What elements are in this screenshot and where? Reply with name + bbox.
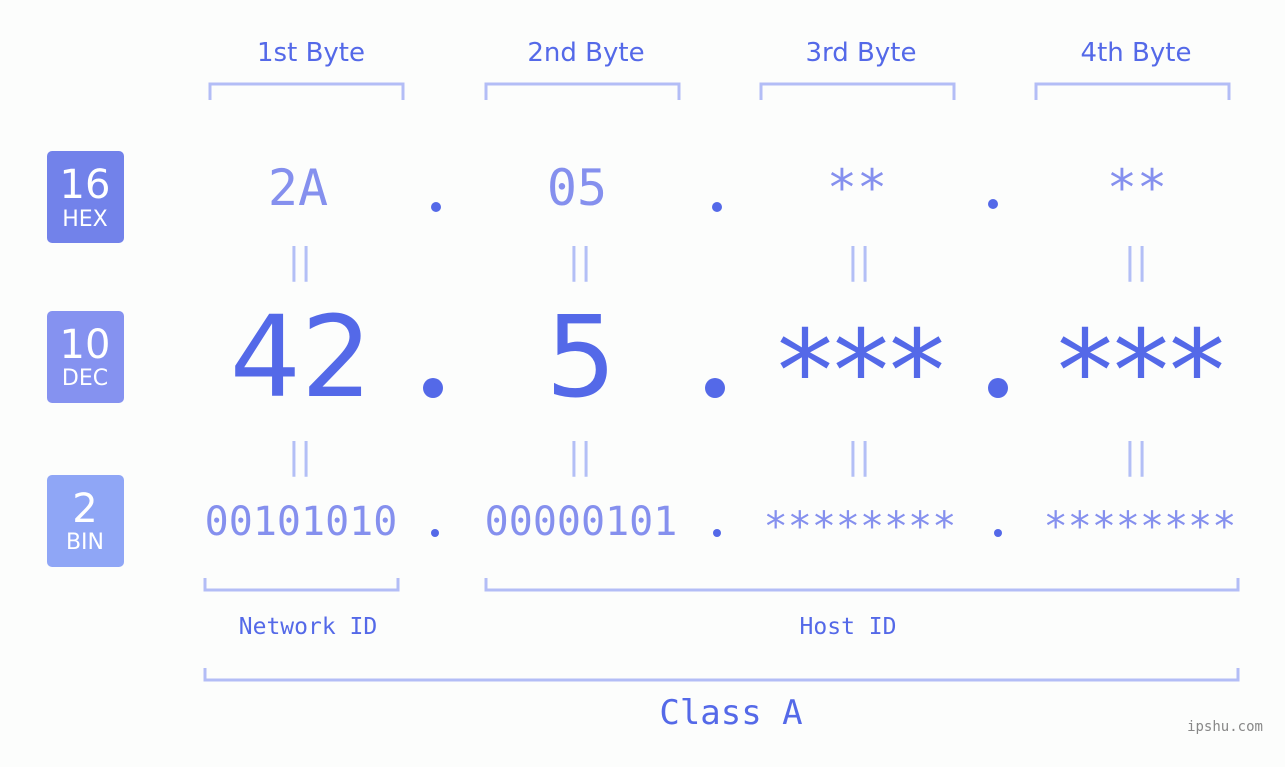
hex-separator-3: [988, 199, 998, 209]
byte-header-2: 2nd Byte: [527, 38, 644, 68]
dec-octet-4: ***: [1057, 307, 1225, 437]
byte-bracket-2: [484, 82, 681, 100]
equals-sign: ||: [1124, 436, 1148, 477]
equals-sign: ||: [847, 436, 871, 477]
host-id-label: Host ID: [800, 614, 897, 640]
hex-separator-2: [712, 202, 722, 212]
hex-row: 2A 05 ** **: [268, 159, 1167, 217]
byte-header-3: 3rd Byte: [806, 38, 917, 68]
badge-bin: 2 BIN: [47, 475, 124, 567]
badge-dec-label: DEC: [62, 366, 108, 391]
bin-separator-2: [713, 529, 721, 537]
hex-octet-4: **: [1107, 159, 1167, 217]
badge-dec-base: 10: [60, 322, 111, 368]
hex-octet-2: 05: [547, 159, 607, 217]
dec-row: 42 5 *** ***: [230, 293, 1225, 437]
dec-octet-3: ***: [777, 307, 945, 437]
ip-address-diagram: 1st Byte 2nd Byte 3rd Byte 4th Byte 16 H…: [47, 38, 1263, 735]
watermark: ipshu.com: [1187, 719, 1263, 735]
equals-sign: ||: [288, 241, 312, 282]
badge-bin-base: 2: [72, 486, 97, 532]
equals-row-2: || || || ||: [288, 436, 1148, 477]
network-id-bracket: [203, 578, 400, 592]
byte-headers: 1st Byte 2nd Byte 3rd Byte 4th Byte: [208, 38, 1231, 100]
badge-hex-base: 16: [60, 162, 111, 208]
badge-dec: 10 DEC: [47, 311, 124, 403]
byte-bracket-1: [208, 82, 405, 100]
hex-separator-1: [431, 202, 441, 212]
network-id-label: Network ID: [239, 614, 377, 640]
bin-separator-3: [994, 529, 1002, 537]
bin-octet-1: 00101010: [205, 499, 398, 545]
equals-sign: ||: [1124, 241, 1148, 282]
equals-row-1: || || || ||: [288, 241, 1148, 282]
dec-octet-2: 5: [545, 293, 616, 423]
bin-separator-1: [431, 529, 439, 537]
hex-octet-3: **: [827, 159, 887, 217]
byte-bracket-3: [759, 82, 956, 100]
dec-separator-3: [988, 378, 1008, 398]
bin-octet-3: ********: [764, 504, 957, 550]
byte-header-1: 1st Byte: [257, 38, 365, 68]
hex-octet-1: 2A: [268, 159, 328, 217]
bin-octet-2: 00000101: [485, 499, 678, 545]
byte-header-4: 4th Byte: [1081, 38, 1192, 68]
dec-separator-2: [705, 378, 725, 398]
host-id-bracket: [484, 578, 1240, 592]
badge-bin-label: BIN: [66, 530, 104, 555]
class-bracket: [203, 668, 1240, 682]
bin-row: 00101010 00000101 ******** ********: [205, 499, 1237, 550]
equals-sign: ||: [568, 241, 592, 282]
badge-hex: 16 HEX: [47, 151, 124, 243]
equals-sign: ||: [288, 436, 312, 477]
byte-bracket-4: [1034, 82, 1231, 100]
dec-octet-1: 42: [230, 293, 373, 423]
ip-class-label: Class A: [659, 693, 802, 733]
equals-sign: ||: [847, 241, 871, 282]
bin-octet-4: ********: [1044, 504, 1237, 550]
equals-sign: ||: [568, 436, 592, 477]
dec-separator-1: [423, 378, 443, 398]
badge-hex-label: HEX: [62, 207, 108, 232]
